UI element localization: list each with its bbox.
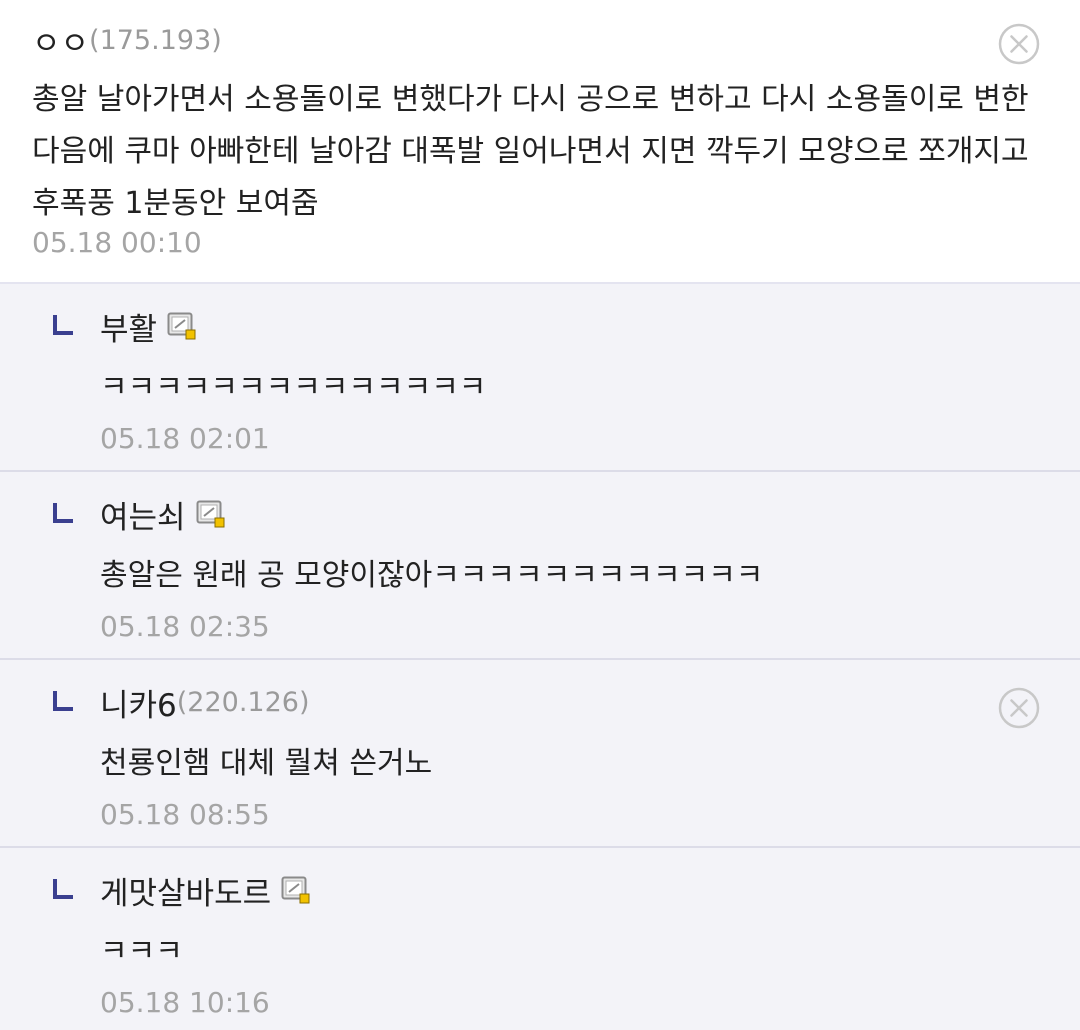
fixed-nick-icon bbox=[281, 876, 310, 904]
reply-ip: (220.126) bbox=[176, 686, 310, 718]
reply-arrow-icon bbox=[53, 879, 73, 899]
comment-ip: (175.193) bbox=[89, 24, 222, 56]
reply-item: 니카6 (220.126) 천룡인햄 대체 뭘쳐 쓴거노 05.18 08:55 bbox=[0, 660, 1080, 848]
reply-date: 05.18 10:16 bbox=[100, 986, 270, 1019]
circle-x-icon bbox=[998, 687, 1040, 729]
fixed-nick-icon bbox=[196, 500, 225, 528]
reply-nickname[interactable]: 부활 bbox=[100, 304, 157, 349]
fixed-nick-icon bbox=[167, 312, 196, 340]
reply-nickname[interactable]: 니카6 bbox=[100, 680, 177, 725]
reply-arrow-icon bbox=[53, 691, 73, 711]
reply-header: 여는쇠 bbox=[100, 492, 226, 537]
circle-x-icon bbox=[998, 23, 1040, 65]
comment-text: 총알 날아가면서 소용돌이로 변했다가 다시 공으로 변하고 다시 소용돌이로 … bbox=[32, 82, 1029, 221]
reply-text: 총알은 원래 공 모양이잖아ㅋㅋㅋㅋㅋㅋㅋㅋㅋㅋㅋㅋ bbox=[100, 558, 764, 593]
reply-date: 05.18 02:01 bbox=[100, 422, 270, 455]
delete-reply-button[interactable] bbox=[998, 687, 1040, 729]
reply-text: ㅋㅋㅋ bbox=[100, 934, 183, 969]
main-comment: ㅇㅇ (175.193) 총알 날아가면서 소용돌이로 변했다가 다시 공으로 … bbox=[0, 0, 1080, 284]
reply-date: 05.18 02:35 bbox=[100, 610, 270, 643]
comment-header: ㅇㅇ (175.193) bbox=[32, 18, 222, 63]
reply-date: 05.18 08:55 bbox=[100, 798, 270, 831]
reply-arrow-icon bbox=[53, 315, 73, 335]
reply-item: 부활 ㅋㅋㅋㅋㅋㅋㅋㅋㅋㅋㅋㅋㅋㅋ 05.18 02:01 bbox=[0, 284, 1080, 472]
reply-item: 여는쇠 총알은 원래 공 모양이잖아ㅋㅋㅋㅋㅋㅋㅋㅋㅋㅋㅋㅋ 05.18 02:… bbox=[0, 472, 1080, 660]
reply-nickname[interactable]: 게맛살바도르 bbox=[100, 868, 271, 913]
reply-nickname[interactable]: 여는쇠 bbox=[100, 492, 186, 537]
reply-text: 천룡인햄 대체 뭘쳐 쓴거노 bbox=[100, 746, 433, 781]
reply-arrow-icon bbox=[53, 503, 73, 523]
reply-header: 니카6 (220.126) bbox=[100, 680, 310, 725]
comment-nickname[interactable]: ㅇㅇ bbox=[32, 18, 89, 63]
reply-text: ㅋㅋㅋㅋㅋㅋㅋㅋㅋㅋㅋㅋㅋㅋ bbox=[100, 370, 487, 405]
comment-date: 05.18 00:10 bbox=[32, 226, 202, 259]
reply-header: 게맛살바도르 bbox=[100, 868, 311, 913]
delete-comment-button[interactable] bbox=[998, 23, 1040, 65]
reply-header: 부활 bbox=[100, 304, 197, 349]
reply-item: 게맛살바도르 ㅋㅋㅋ 05.18 10:16 bbox=[0, 848, 1080, 1030]
